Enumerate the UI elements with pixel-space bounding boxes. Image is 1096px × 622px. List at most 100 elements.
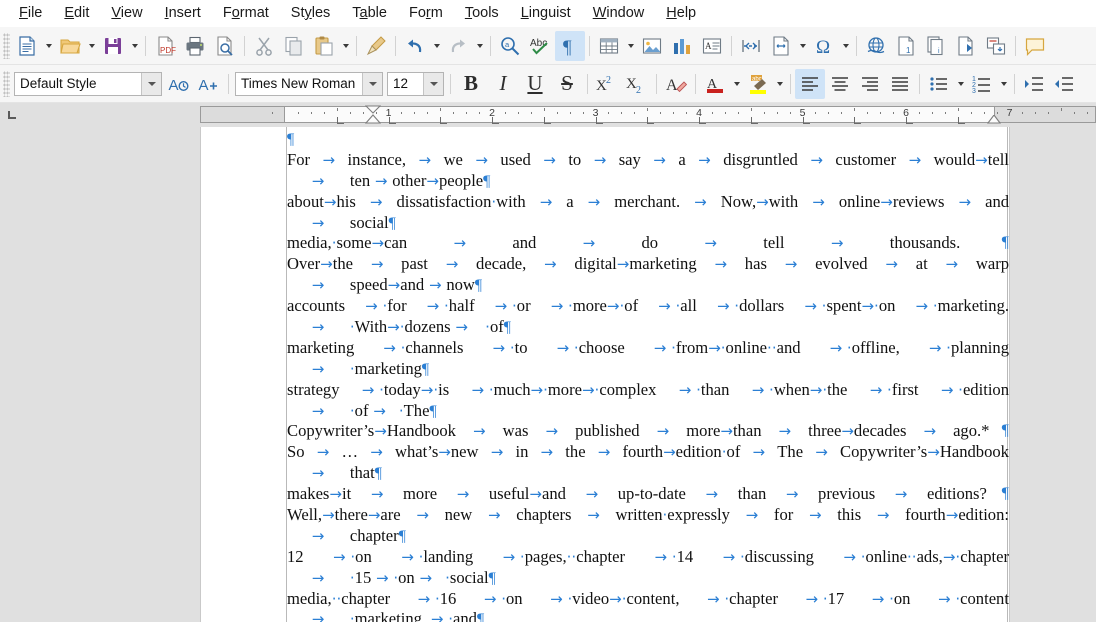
menu-item-edit[interactable]: Edit	[53, 3, 100, 24]
cross-reference-icon[interactable]	[981, 31, 1011, 61]
footnote-icon[interactable]: 1	[891, 31, 921, 61]
document-text[interactable]: ¶For → instance, → we → used → to → say …	[287, 129, 1009, 622]
ruler-tab-stop[interactable]	[854, 117, 861, 124]
justify-gap	[798, 192, 807, 213]
insert-comment-icon[interactable]	[1020, 31, 1050, 61]
bold-button[interactable]: B	[455, 69, 487, 99]
decrease-indent-icon[interactable]	[1049, 69, 1079, 99]
left-indent-marker[interactable]	[365, 105, 381, 124]
ruler-tab-stop[interactable]	[337, 117, 344, 124]
ruler-tab-stop[interactable]	[544, 117, 551, 124]
clone-formatting-icon[interactable]	[361, 31, 391, 61]
unordered-list-dropdown[interactable]	[954, 69, 967, 99]
ruler-tab-stop[interactable]	[389, 117, 396, 124]
menu-item-tools[interactable]: Tools	[454, 3, 510, 24]
endnote-icon[interactable]: i	[921, 31, 951, 61]
font-color-dropdown[interactable]	[730, 69, 743, 99]
right-indent-marker[interactable]	[987, 115, 1001, 124]
align-center-icon[interactable]	[825, 69, 855, 99]
insert-hyperlink-icon[interactable]	[861, 31, 891, 61]
export-pdf-icon[interactable]: PDF	[150, 31, 180, 61]
insert-image-icon[interactable]	[637, 31, 667, 61]
redo-dropdown[interactable]	[473, 31, 486, 61]
menu-item-table[interactable]: Table	[341, 3, 398, 24]
tab-stop-selector[interactable]	[0, 103, 200, 127]
align-right-icon[interactable]	[855, 69, 885, 99]
strikethrough-button[interactable]: S	[551, 69, 583, 99]
update-style-icon[interactable]: A	[164, 69, 194, 99]
ruler-tab-stop[interactable]	[699, 117, 706, 124]
ruler-tab-stop[interactable]	[958, 117, 965, 124]
cut-icon[interactable]	[249, 31, 279, 61]
special-character-icon[interactable]: Ω	[809, 31, 839, 61]
special-character-dropdown[interactable]	[839, 31, 852, 61]
insert-field-icon[interactable]	[766, 31, 796, 61]
chevron-down-icon[interactable]	[141, 73, 161, 95]
superscript-button[interactable]: X 2	[592, 69, 622, 99]
ordered-list-icon[interactable]: 1 2 3	[967, 69, 997, 99]
find-replace-icon[interactable]: a	[495, 31, 525, 61]
insert-text-box-icon[interactable]: A	[697, 31, 727, 61]
clear-formatting-icon[interactable]: A	[661, 69, 691, 99]
new-document-dropdown[interactable]	[42, 31, 55, 61]
undo-icon[interactable]	[400, 31, 430, 61]
subscript-button[interactable]: X 2	[622, 69, 652, 99]
paragraph-style-combo[interactable]: Default Style	[14, 72, 162, 96]
insert-chart-icon[interactable]	[667, 31, 697, 61]
page-break-icon[interactable]	[736, 31, 766, 61]
bookmark-icon[interactable]	[951, 31, 981, 61]
insert-table-dropdown[interactable]	[624, 31, 637, 61]
spelling-icon[interactable]: Abc	[525, 31, 555, 61]
menu-item-format[interactable]: Format	[212, 3, 280, 24]
font-color-icon[interactable]: A	[700, 69, 730, 99]
paste-icon[interactable]	[309, 31, 339, 61]
print-preview-icon[interactable]	[210, 31, 240, 61]
toolbar-grip[interactable]	[3, 71, 10, 97]
menu-item-form[interactable]: Form	[398, 3, 454, 24]
insert-field-dropdown[interactable]	[796, 31, 809, 61]
ruler-tab-stop[interactable]	[596, 117, 603, 124]
new-document-icon[interactable]	[12, 31, 42, 61]
menu-item-help[interactable]: Help	[655, 3, 707, 24]
toolbar-grip[interactable]	[3, 33, 10, 59]
italic-button[interactable]: I	[487, 69, 519, 99]
ruler-tab-stop[interactable]	[906, 117, 913, 124]
menu-item-linguist[interactable]: Linguist	[510, 3, 582, 24]
copy-icon[interactable]	[279, 31, 309, 61]
paste-dropdown[interactable]	[339, 31, 352, 61]
document-page[interactable]: ¶For → instance, → we → used → to → say …	[200, 127, 1010, 622]
menu-item-styles[interactable]: Styles	[280, 3, 342, 24]
menu-item-insert[interactable]: Insert	[154, 3, 212, 24]
ruler-tab-stop[interactable]	[440, 117, 447, 124]
menu-item-file[interactable]: File	[8, 3, 53, 24]
unordered-list-icon[interactable]	[924, 69, 954, 99]
ruler-tab-stop[interactable]	[751, 117, 758, 124]
redo-icon[interactable]	[443, 31, 473, 61]
save-dropdown[interactable]	[128, 31, 141, 61]
undo-dropdown[interactable]	[430, 31, 443, 61]
increase-indent-icon[interactable]	[1019, 69, 1049, 99]
font-name-combo[interactable]: Times New Roman	[235, 72, 383, 96]
ruler-tab-stop[interactable]	[803, 117, 810, 124]
open-file-dropdown[interactable]	[85, 31, 98, 61]
highlight-color-icon[interactable]: abc	[743, 69, 773, 99]
underline-button[interactable]: U	[519, 69, 551, 99]
menu-item-window[interactable]: Window	[582, 3, 656, 24]
font-size-combo[interactable]: 12	[387, 72, 444, 96]
chevron-down-icon[interactable]	[423, 73, 443, 95]
save-icon[interactable]	[98, 31, 128, 61]
justified-icon[interactable]	[885, 69, 915, 99]
horizontal-ruler[interactable]: 1234567	[200, 103, 1096, 127]
ruler-tab-stop[interactable]	[647, 117, 654, 124]
new-style-icon[interactable]: A	[194, 69, 224, 99]
open-file-icon[interactable]	[55, 31, 85, 61]
ruler-tab-stop[interactable]	[492, 117, 499, 124]
menu-item-view[interactable]: View	[100, 3, 153, 24]
formatting-marks-icon[interactable]: ¶	[555, 31, 585, 61]
align-left-icon[interactable]	[795, 69, 825, 99]
chevron-down-icon[interactable]	[362, 73, 382, 95]
ordered-list-dropdown[interactable]	[997, 69, 1010, 99]
highlight-color-dropdown[interactable]	[773, 69, 786, 99]
insert-table-icon[interactable]	[594, 31, 624, 61]
print-icon[interactable]	[180, 31, 210, 61]
